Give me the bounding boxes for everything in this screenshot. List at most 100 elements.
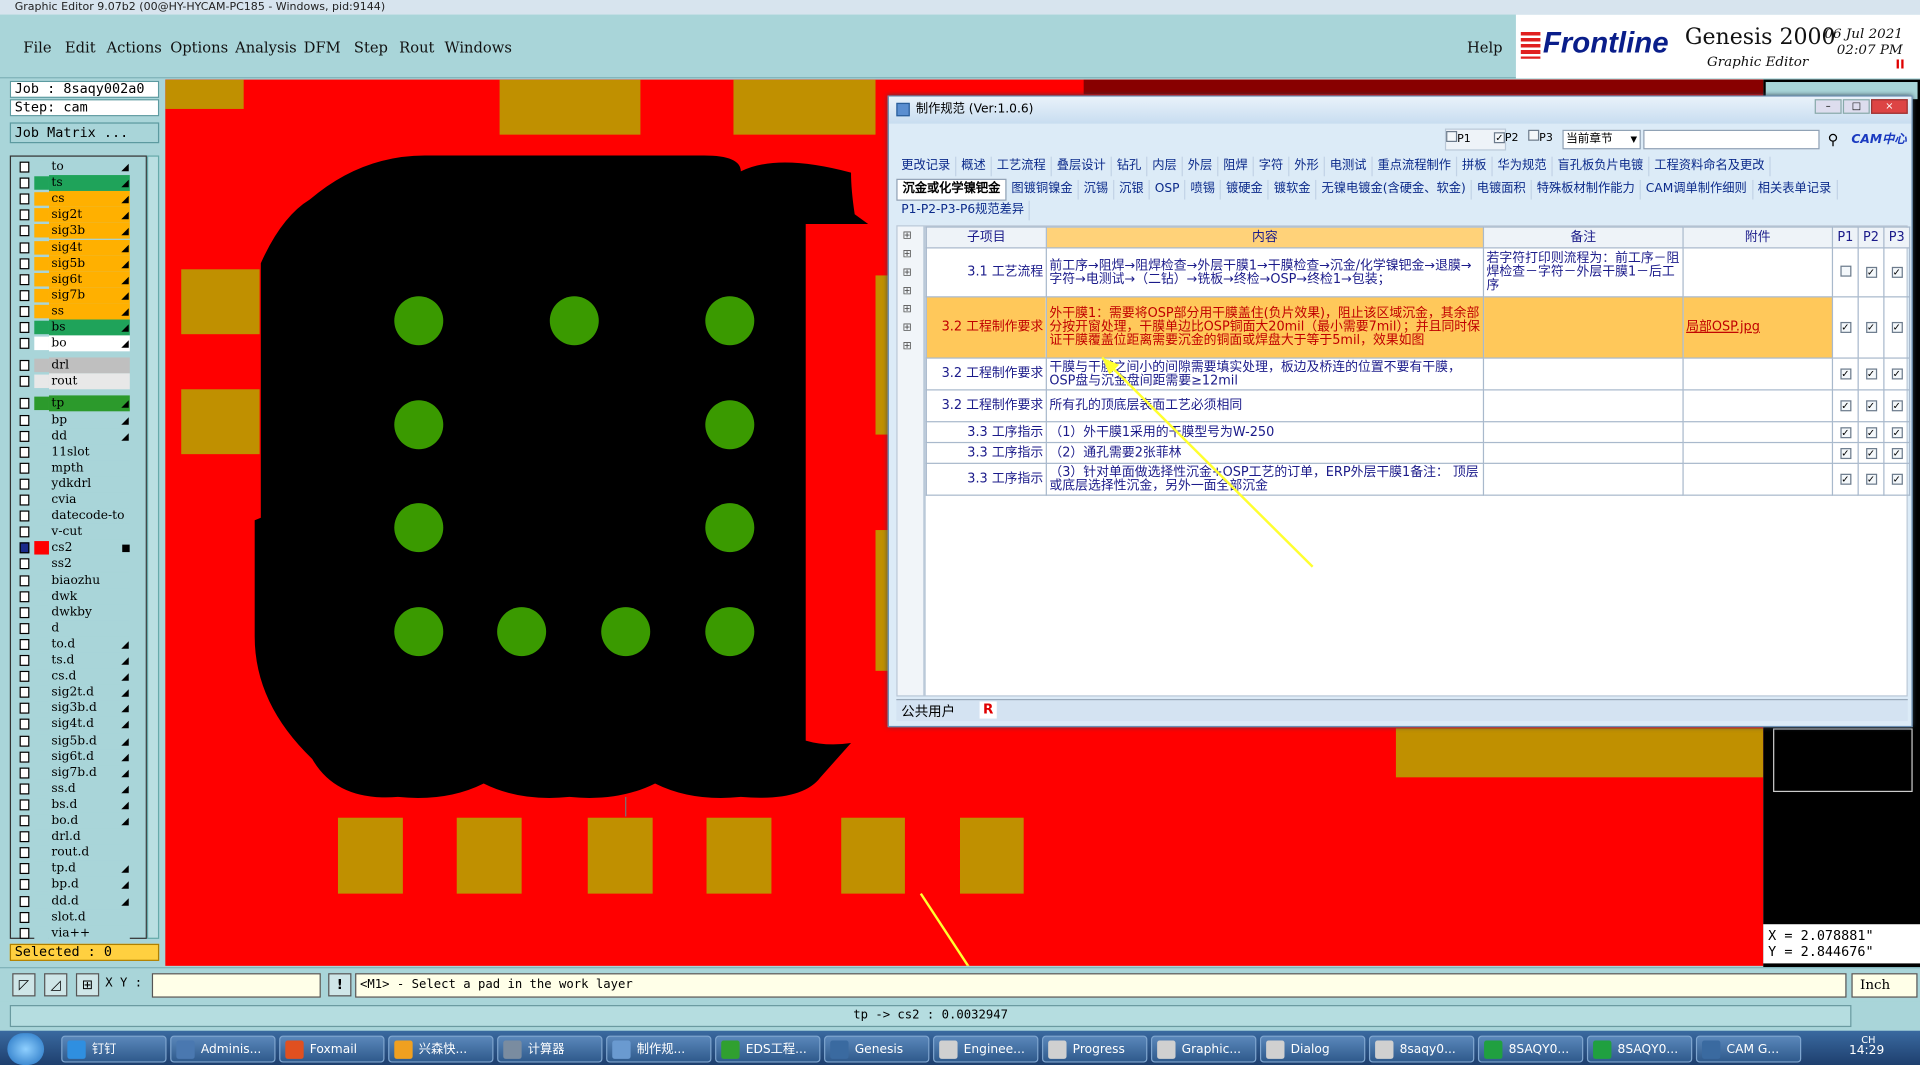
menu-file[interactable]: File xyxy=(23,39,51,56)
spec-tab[interactable]: 相关表单记录 xyxy=(1753,179,1838,200)
layer-display-checkbox[interactable] xyxy=(19,161,30,173)
layer-color-swatch[interactable] xyxy=(34,160,49,174)
minimize-icon[interactable]: – xyxy=(1814,99,1842,114)
spec-tab[interactable]: 沉锡 xyxy=(1079,179,1115,200)
layer-color-swatch[interactable] xyxy=(34,557,49,571)
menu-actions[interactable]: Actions xyxy=(107,39,162,56)
col-header-content[interactable]: 内容 xyxy=(1045,226,1485,249)
layer-row[interactable]: sig2t ◢ xyxy=(11,207,146,224)
layer-name[interactable]: mpth xyxy=(48,460,130,476)
spec-tab[interactable]: 电测试 xyxy=(1325,156,1373,177)
layer-row[interactable]: bp.d ◢ xyxy=(11,876,146,893)
row-attachment-link[interactable]: 局部OSP.jpg xyxy=(1682,296,1834,359)
layer-name[interactable]: cs xyxy=(48,191,130,208)
row-p1-checkbox[interactable]: ✓ xyxy=(1839,400,1851,412)
row-p2-checkbox[interactable]: ✓ xyxy=(1865,447,1877,459)
layer-row[interactable]: dd ◢ xyxy=(11,427,146,444)
row-p2-checkbox[interactable]: ✓ xyxy=(1865,400,1877,412)
layer-row[interactable]: tp ◢ xyxy=(11,395,146,412)
units-select[interactable]: Inch xyxy=(1851,973,1918,998)
layer-name[interactable]: ydkdrl xyxy=(48,476,130,492)
row-p2-checkbox[interactable]: ✓ xyxy=(1865,473,1877,485)
alert-icon[interactable]: ! xyxy=(328,973,352,997)
layer-display-checkbox[interactable] xyxy=(19,193,30,205)
start-button-icon[interactable] xyxy=(7,1033,45,1065)
spec-dialog[interactable]: 制作规范 (Ver:1.0.6) – □ × P1 ✓P2 P3 当前章节 ▼ … xyxy=(887,95,1913,728)
layer-name[interactable]: via++ xyxy=(48,925,130,941)
layer-color-swatch[interactable] xyxy=(34,413,49,427)
layer-color-swatch[interactable] xyxy=(34,653,49,668)
expand-icon[interactable]: ⊞ xyxy=(902,230,911,242)
row-p3-checkbox[interactable]: ✓ xyxy=(1891,400,1903,412)
layer-display-checkbox[interactable] xyxy=(19,606,30,618)
spec-tab[interactable]: 内层 xyxy=(1147,156,1183,177)
layer-color-swatch[interactable] xyxy=(34,509,49,523)
layer-color-swatch[interactable] xyxy=(34,926,49,940)
layer-display-checkbox[interactable] xyxy=(19,510,30,522)
col-header-attach[interactable]: 附件 xyxy=(1682,226,1834,249)
layer-row[interactable]: bs ◢ xyxy=(11,319,146,336)
layer-color-swatch[interactable] xyxy=(34,288,49,303)
layer-row[interactable]: drl xyxy=(11,357,146,374)
menu-help[interactable]: Help xyxy=(1467,39,1503,56)
taskbar-item[interactable]: Graphic... xyxy=(1151,1035,1257,1063)
table-row[interactable]: 3.3 工序指示 （1）外干膜1采用的干膜型号为W-250 ✓ ✓ ✓ xyxy=(925,421,1911,444)
layer-name[interactable]: biaozhu xyxy=(48,572,130,589)
spec-tab[interactable]: 工艺流程 xyxy=(992,156,1052,177)
layer-row[interactable]: ydkdrl xyxy=(11,476,146,492)
layer-row[interactable]: sig5b.d ◢ xyxy=(11,732,146,749)
menu-dfm[interactable]: DFM xyxy=(304,39,341,56)
expand-icon[interactable]: ⊞ xyxy=(902,340,911,352)
spec-tab[interactable]: 喷锡 xyxy=(1186,179,1222,200)
spec-tab[interactable]: 沉银 xyxy=(1114,179,1150,200)
menu-step[interactable]: Step xyxy=(354,39,388,56)
spec-tab[interactable]: 盲孔板负片电镀 xyxy=(1553,156,1650,177)
taskbar-item[interactable]: Adminis... xyxy=(170,1035,276,1063)
layer-row[interactable]: ts ◢ xyxy=(11,175,146,192)
menu-rout[interactable]: Rout xyxy=(399,39,434,56)
layer-color-swatch[interactable] xyxy=(34,493,49,507)
spec-tab[interactable]: 叠层设计 xyxy=(1052,156,1112,177)
menu-analysis[interactable]: Analysis xyxy=(235,39,297,56)
layer-display-checkbox[interactable] xyxy=(19,177,30,189)
layer-row[interactable]: ts.d ◢ xyxy=(11,652,146,669)
layer-display-checkbox[interactable] xyxy=(19,590,30,602)
layer-name[interactable]: datecode-to xyxy=(48,508,130,525)
xy-input[interactable] xyxy=(151,973,321,998)
select-tool-icon[interactable]: ◸ xyxy=(12,973,36,997)
layer-name[interactable]: dwk xyxy=(48,588,130,605)
menu-windows[interactable]: Windows xyxy=(444,39,511,56)
spec-tab[interactable]: 阻焊 xyxy=(1218,156,1254,177)
taskbar-item[interactable]: CAM G... xyxy=(1695,1035,1802,1063)
layer-row[interactable]: to ◢ xyxy=(11,159,146,176)
spec-tab[interactable]: 重点流程制作 xyxy=(1373,156,1458,177)
layer-display-checkbox[interactable] xyxy=(19,895,30,907)
row-p1-checkbox[interactable]: ✓ xyxy=(1839,447,1851,459)
row-attachment-link[interactable] xyxy=(1682,357,1834,391)
layer-name[interactable]: sig6t.d xyxy=(48,748,130,765)
layer-color-swatch[interactable] xyxy=(34,272,49,287)
row-p2-checkbox[interactable]: ✓ xyxy=(1865,321,1877,333)
layer-color-swatch[interactable] xyxy=(34,621,49,636)
layer-color-swatch[interactable] xyxy=(34,525,49,539)
layer-row[interactable]: mpth xyxy=(11,460,146,476)
layer-row[interactable]: cs2 ■ xyxy=(11,540,146,557)
layer-name[interactable]: bo xyxy=(48,335,130,352)
layer-name[interactable]: slot.d xyxy=(48,909,130,925)
layer-row[interactable]: ss.d ◢ xyxy=(11,780,146,797)
layer-name[interactable]: tp.d xyxy=(48,860,130,877)
layer-row[interactable]: rout.d xyxy=(11,844,146,861)
layer-name[interactable]: sig5b.d xyxy=(48,732,130,749)
layer-display-checkbox[interactable] xyxy=(19,305,30,317)
expand-icon[interactable]: ⊞ xyxy=(902,249,911,261)
layer-display-checkbox[interactable] xyxy=(19,927,30,939)
layer-color-swatch[interactable] xyxy=(34,224,49,238)
layer-display-checkbox[interactable] xyxy=(19,241,30,253)
layer-name[interactable]: sig3b xyxy=(48,223,130,240)
col-header-p2[interactable]: P2 xyxy=(1857,226,1885,249)
layer-row[interactable]: dd.d ◢ xyxy=(11,893,146,909)
layer-row[interactable]: via++ xyxy=(11,925,146,941)
spec-tab[interactable]: 图镀铜镍金 xyxy=(1007,179,1079,200)
layer-display-checkbox[interactable] xyxy=(19,289,30,301)
layer-color-swatch[interactable] xyxy=(34,894,49,908)
